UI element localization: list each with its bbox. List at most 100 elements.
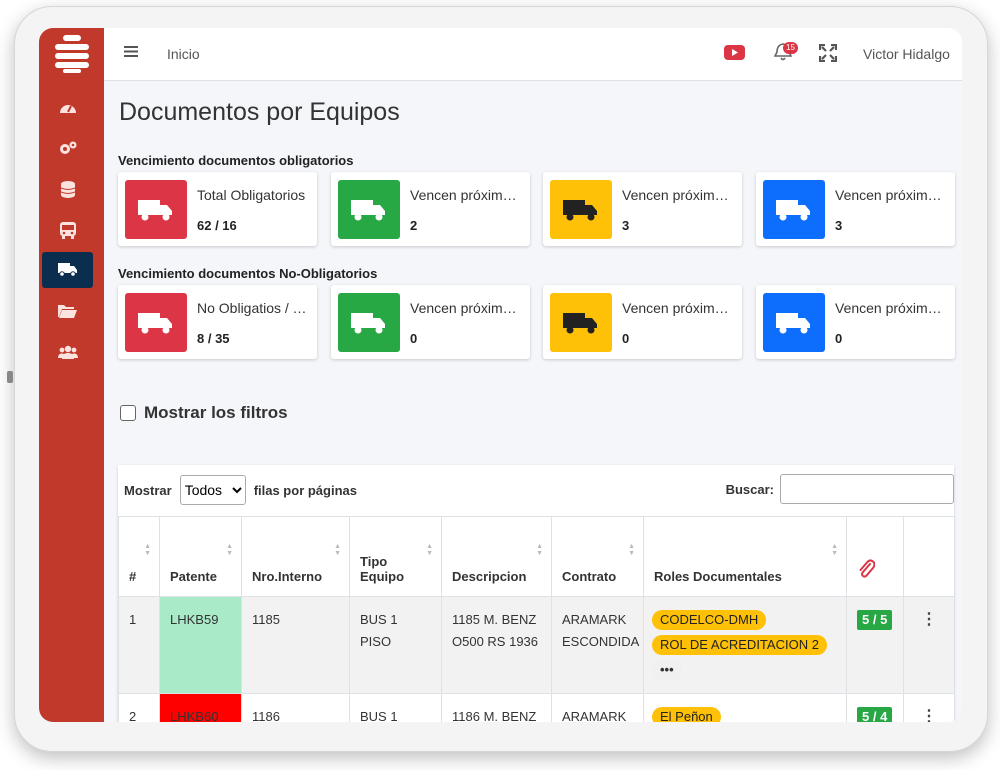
truck-icon (563, 199, 597, 220)
length-prefix: Mostrar (124, 482, 172, 498)
user-name[interactable]: Victor Hidalgo (863, 46, 950, 62)
page-length-select[interactable]: Todos (179, 475, 246, 505)
sidebar-item-folder[interactable] (42, 293, 93, 329)
fullscreen-icon[interactable] (818, 43, 838, 67)
section-title-obligatorios: Vencimiento documentos obligatorios (118, 153, 354, 168)
sidebar-item-settings[interactable] (42, 130, 93, 166)
section-title-no-obligatorios: Vencimiento documentos No-Obligatorios (118, 266, 378, 281)
col-header-tipo-equipo[interactable]: Tipo Equipo ▲ ▼ (349, 516, 442, 597)
cell-roles: CODELCO-DMH ROL DE ACREDITACION 2 ••• (643, 596, 847, 694)
cell-patente: LHKB60 (159, 693, 242, 722)
stat-card-icon (550, 180, 612, 239)
stat-card-icon (338, 180, 400, 239)
cell-attachments: 5 / 5 (846, 596, 904, 694)
col-header-actions (903, 516, 955, 597)
sidebar-item-bus[interactable] (42, 212, 93, 248)
equipment-table: # ▲ ▼ Patente ▲ ▼ Nro.Interno ▲ ▼ Tipo Equipo ▲… (118, 516, 955, 722)
stat-card-icon (763, 180, 825, 239)
col-header-descripcion[interactable]: Descripcion ▲ ▼ (441, 516, 552, 597)
cell-nro-interno: 1185 (241, 596, 350, 694)
stat-card-label: Vencen próximamente (622, 187, 734, 203)
app-logo[interactable] (39, 28, 104, 80)
stat-card-value: 0 (835, 331, 843, 346)
youtube-icon[interactable] (724, 45, 745, 65)
stat-card-value: 0 (410, 331, 418, 346)
stat-card-label: Vencen próximamente (410, 300, 522, 316)
device-side-button (7, 371, 13, 383)
stat-card-green[interactable]: Vencen próximamente 2 (331, 172, 530, 246)
database-icon (60, 180, 75, 198)
sidebar-item-database[interactable] (42, 171, 93, 207)
stat-card-label: Vencen próximamente (835, 300, 947, 316)
folder-icon (58, 305, 77, 318)
length-suffix: filas por páginas (253, 482, 357, 498)
stat-card-icon (763, 293, 825, 352)
stat-card-yellow[interactable]: Vencen próximamente 0 (543, 285, 742, 359)
show-filters-toggle[interactable]: Mostrar los filtros (120, 403, 288, 423)
sort-icon: ▲ ▼ (831, 543, 838, 557)
nav-home-link[interactable]: Inicio (167, 46, 200, 62)
stat-card-icon (550, 293, 612, 352)
sort-icon: ▲ ▼ (426, 543, 433, 557)
col-header-roles[interactable]: Roles Documentales ▲ ▼ (643, 516, 847, 597)
attachments-count-badge[interactable]: 5 / 5 (857, 610, 893, 630)
sidebar-item-truck[interactable] (42, 252, 93, 288)
stat-card-icon (125, 293, 187, 352)
truck-icon (563, 312, 597, 333)
cell-attachments: 5 / 4 (846, 693, 904, 722)
col-header-patente[interactable]: Patente ▲ ▼ (159, 516, 242, 597)
stat-card-blue[interactable]: Vencen próximamente 0 (756, 285, 955, 359)
cell-contrato: ARAMARK ESCONDIDA (551, 596, 644, 694)
stat-card-value: 62 / 16 (197, 218, 237, 233)
cell-descripcion: 1185 M. BENZ O500 RS 1936 (441, 596, 552, 694)
table-search: Buscar: (726, 474, 954, 504)
cell-num: 2 (118, 693, 160, 722)
row-actions-menu-icon[interactable]: ⋮ (921, 611, 937, 628)
table-header-row: # ▲ ▼ Patente ▲ ▼ Nro.Interno ▲ ▼ Tipo Equipo ▲… (118, 516, 955, 597)
stat-card-green[interactable]: Vencen próximamente 0 (331, 285, 530, 359)
sidebar-item-users[interactable] (42, 334, 93, 370)
table-row[interactable]: 1 LHKB59 1185 BUS 1 PISO 1185 M. BENZ O500 R… (118, 596, 955, 694)
stat-card-label: Vencen próximamente (410, 187, 522, 203)
attachments-count-badge[interactable]: 5 / 4 (857, 707, 893, 722)
truck-icon (351, 199, 385, 220)
equipment-table-card: Mostrar Todos filas por páginas Buscar: … (118, 465, 955, 722)
stat-card-yellow[interactable]: Vencen próximamente 3 (543, 172, 742, 246)
stat-card-icon (338, 293, 400, 352)
more-roles-button[interactable]: ••• (652, 660, 682, 680)
dashboard-icon (59, 105, 76, 113)
stat-card-value: 3 (622, 218, 630, 233)
search-input[interactable] (780, 474, 954, 504)
notifications-count-badge: 15 (783, 42, 798, 54)
cell-tipo-equipo: BUS 1 PISO (349, 693, 442, 722)
cell-actions: ⋮ (903, 596, 955, 694)
table-row[interactable]: 2LHKB601186BUS 1 PISO1186 M. BENZ O500 R… (118, 693, 955, 722)
col-header-nro-interno[interactable]: Nro.Interno ▲ ▼ (241, 516, 350, 597)
top-navbar: Inicio 15 Victor Hidalgo (104, 28, 962, 81)
cell-patente: LHKB59 (159, 596, 242, 694)
bus-icon (59, 221, 76, 239)
stat-card-blue[interactable]: Vencen próximamente 3 (756, 172, 955, 246)
sort-icon: ▲ ▼ (226, 543, 233, 557)
main-content: Documentos por Equipos Vencimiento docum… (104, 81, 962, 722)
row-actions-menu-icon[interactable]: ⋮ (921, 708, 937, 722)
truck-icon (57, 263, 77, 277)
col-header-attachments[interactable] (846, 516, 904, 597)
sort-icon: ▲ ▼ (536, 543, 543, 557)
cell-num: 1 (118, 596, 160, 694)
col-header-contrato[interactable]: Contrato ▲ ▼ (551, 516, 644, 597)
stat-card-value: 8 / 35 (197, 331, 230, 346)
menu-toggle-icon[interactable] (124, 45, 138, 63)
truck-icon (776, 312, 810, 333)
cell-roles: El PeñonESTANDAR DE CONTROL 21 (643, 693, 847, 722)
show-filters-checkbox[interactable] (120, 405, 136, 421)
stat-card-red[interactable]: Total Obligatorios 62 / 16 (118, 172, 317, 246)
settings-icon (59, 141, 76, 154)
col-header-num[interactable]: # ▲ ▼ (118, 516, 160, 597)
stat-card-red[interactable]: No Obligatios / Total 8 / 35 (118, 285, 317, 359)
page-length-control: Mostrar Todos filas por páginas (124, 475, 357, 505)
stat-card-label: Total Obligatorios (197, 187, 306, 203)
sidebar-item-dashboard[interactable] (42, 90, 93, 126)
cell-nro-interno: 1186 (241, 693, 350, 722)
stat-card-value: 0 (622, 331, 630, 346)
